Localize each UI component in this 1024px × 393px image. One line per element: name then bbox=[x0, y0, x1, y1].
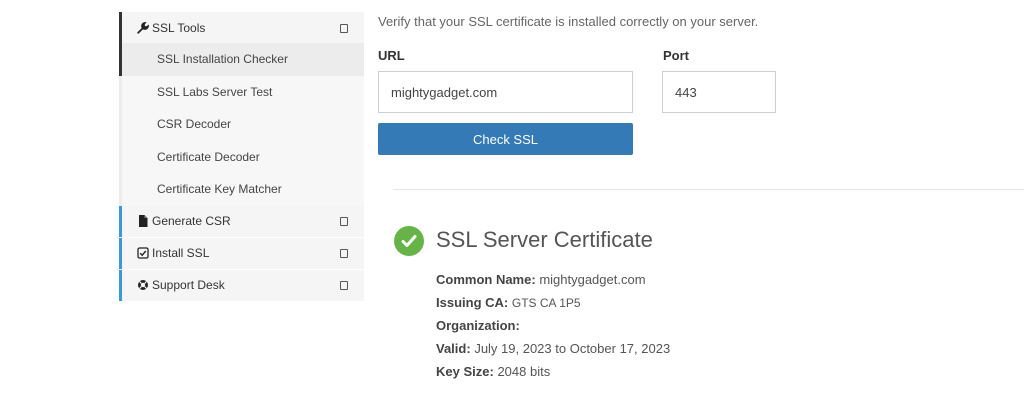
sidebar-item-csr-decoder[interactable]: CSR Decoder bbox=[119, 108, 364, 141]
sidebar-item-certificate-decoder[interactable]: Certificate Decoder bbox=[119, 140, 364, 173]
port-input-value: 443 bbox=[675, 84, 697, 100]
collapse-toggle-icon[interactable] bbox=[340, 217, 348, 226]
key-size-value: 2048 bits bbox=[497, 364, 551, 379]
main-content: Verify that your SSL certificate is inst… bbox=[378, 0, 1024, 393]
valid-value: July 19, 2023 to October 17, 2023 bbox=[474, 341, 671, 356]
lifebuoy-icon bbox=[137, 279, 149, 291]
valid-row: Valid: July 19, 2023 to October 17, 2023 bbox=[436, 341, 670, 356]
url-input[interactable]: mightygadget.com bbox=[378, 71, 633, 113]
organization-row: Organization: bbox=[436, 318, 520, 333]
common-name-label: Common Name: bbox=[436, 272, 536, 287]
sidebar-group-support-desk[interactable]: Support Desk bbox=[119, 269, 364, 301]
sidebar-group-label: Generate CSR bbox=[152, 214, 231, 228]
key-size-label: Key Size: bbox=[436, 364, 494, 379]
organization-label: Organization: bbox=[436, 318, 520, 333]
check-circle-icon bbox=[394, 226, 424, 256]
sidebar-item-ssl-installation-checker[interactable]: SSL Installation Checker bbox=[119, 43, 364, 76]
common-name-value: mightygadget.com bbox=[539, 272, 646, 287]
url-label: URL bbox=[378, 48, 405, 63]
sidebar-group-label: Support Desk bbox=[152, 278, 225, 292]
checkbox-icon bbox=[137, 247, 149, 259]
url-input-value: mightygadget.com bbox=[391, 84, 498, 100]
sidebar-group-ssl-tools[interactable]: SSL Tools bbox=[119, 12, 364, 43]
issuing-ca-label: Issuing CA: bbox=[436, 295, 509, 310]
sidebar-item-ssl-labs-server-test[interactable]: SSL Labs Server Test bbox=[119, 75, 364, 108]
sidebar-item-label: SSL Installation Checker bbox=[157, 52, 288, 67]
intro-text: Verify that your SSL certificate is inst… bbox=[378, 14, 759, 29]
sidebar-item-label: Certificate Decoder bbox=[157, 149, 260, 164]
sidebar-group-label: Install SSL bbox=[152, 246, 210, 260]
sidebar-item-label: SSL Labs Server Test bbox=[157, 84, 273, 99]
collapse-toggle-icon[interactable] bbox=[340, 281, 348, 290]
valid-label: Valid: bbox=[436, 341, 471, 356]
file-icon bbox=[137, 215, 149, 227]
sidebar-group-label: SSL Tools bbox=[152, 20, 206, 35]
key-size-row: Key Size: 2048 bits bbox=[436, 364, 550, 379]
collapse-toggle-icon[interactable] bbox=[340, 249, 348, 258]
sidebar-group-generate-csr[interactable]: Generate CSR bbox=[119, 205, 364, 237]
sidebar-group-install-ssl[interactable]: Install SSL bbox=[119, 237, 364, 269]
port-label: Port bbox=[663, 48, 689, 63]
issuing-ca-value: GTS CA 1P5 bbox=[511, 296, 581, 310]
check-ssl-button[interactable]: Check SSL bbox=[378, 123, 633, 155]
collapse-toggle-icon[interactable] bbox=[340, 23, 348, 33]
common-name-row: Common Name: mightygadget.com bbox=[436, 272, 646, 287]
issuing-ca-row: Issuing CA: GTS CA 1P5 bbox=[436, 295, 581, 310]
sidebar-item-certificate-key-matcher[interactable]: Certificate Key Matcher bbox=[119, 173, 364, 206]
sidebar-item-label: CSR Decoder bbox=[157, 117, 232, 132]
divider bbox=[393, 189, 1024, 190]
sidebar-item-label: Certificate Key Matcher bbox=[157, 182, 282, 197]
result-title: SSL Server Certificate bbox=[436, 227, 653, 252]
wrench-icon bbox=[137, 21, 149, 34]
port-input[interactable]: 443 bbox=[662, 71, 776, 113]
sidebar: SSL Tools SSL Installation Checker SSL L… bbox=[119, 12, 364, 301]
